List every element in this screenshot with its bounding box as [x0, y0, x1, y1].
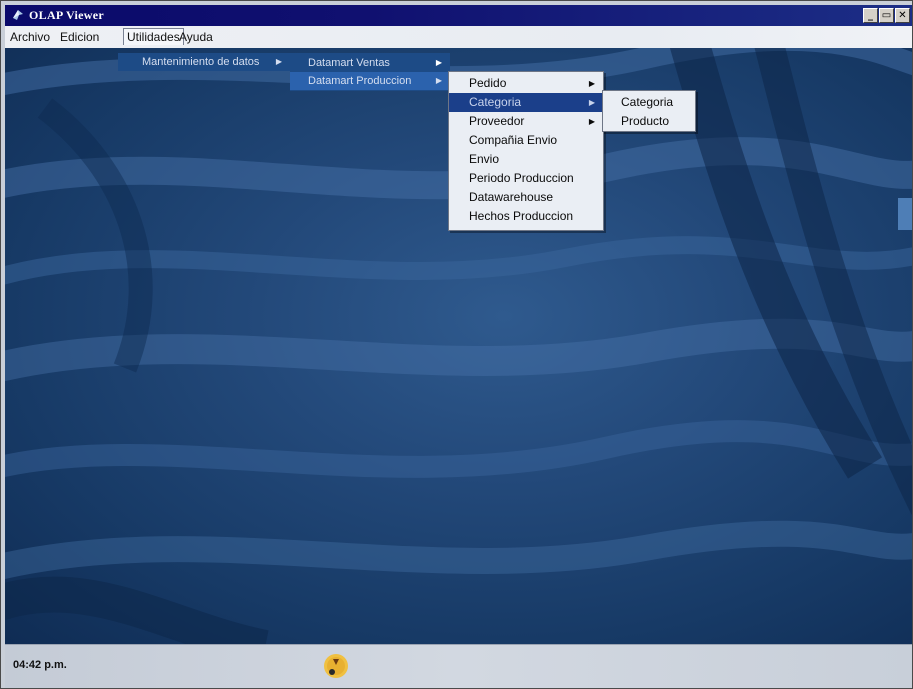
- menu-item-label: Datamart Produccion: [308, 75, 412, 87]
- submenu-arrow-icon: ▶: [588, 98, 595, 107]
- menu-item-compania-envio[interactable]: Compañia Envio: [449, 131, 603, 150]
- categoria-submenu: Categoria Producto: [602, 90, 696, 132]
- utilidades-dropdown: Mantenimiento de datos ▶: [118, 53, 290, 71]
- menu-item-periodo-produccion[interactable]: Periodo Produccion: [449, 169, 603, 188]
- menu-ayuda[interactable]: Ayuda: [176, 30, 216, 44]
- menu-item-categoria[interactable]: Categoria ▶: [449, 93, 603, 112]
- menu-item-hechos-produccion[interactable]: Hechos Produccion: [449, 207, 603, 226]
- title-bar[interactable]: OLAP Viewer _ ▭ ✕: [5, 5, 912, 26]
- menu-archivo[interactable]: Archivo: [7, 30, 53, 44]
- menu-item-pedido[interactable]: Pedido ▶: [449, 74, 603, 93]
- menu-item-mantenimiento-datos[interactable]: Mantenimiento de datos ▶: [118, 53, 290, 71]
- menu-item-producto[interactable]: Producto: [603, 112, 695, 131]
- produccion-submenu: Pedido ▶ Categoria ▶ Proveedor ▶ Compañi…: [448, 71, 604, 231]
- menu-item-label: Datamart Ventas: [308, 57, 390, 69]
- menu-item-datamart-produccion[interactable]: Datamart Produccion ▶: [290, 72, 450, 90]
- submenu-arrow-icon: ▶: [435, 58, 442, 67]
- minimize-button[interactable]: _: [863, 8, 878, 23]
- submenu-arrow-icon: ▶: [588, 117, 595, 126]
- menu-utilidades[interactable]: Utilidades: [123, 28, 184, 45]
- window-title: OLAP Viewer: [29, 8, 104, 22]
- menu-item-label: Pedido: [469, 76, 507, 90]
- menu-item-datawarehouse[interactable]: Datawarehouse: [449, 188, 603, 207]
- close-button[interactable]: ✕: [895, 8, 910, 23]
- app-icon: [13, 10, 23, 20]
- mantenimiento-submenu: Datamart Ventas ▶ Datamart Produccion ▶: [290, 53, 450, 91]
- menu-bar: Archivo Edicion Utilidades Ayuda: [5, 26, 912, 48]
- submenu-arrow-icon: ▶: [435, 76, 442, 85]
- submenu-arrow-icon: ▶: [588, 79, 595, 88]
- restore-button[interactable]: ▭: [879, 8, 894, 23]
- menu-item-envio[interactable]: Envio: [449, 150, 603, 169]
- desktop-background: Mantenimiento de datos ▶ Datamart Ventas…: [5, 48, 912, 644]
- submenu-arrow-icon: ▶: [275, 57, 282, 66]
- menu-item-datamart-ventas[interactable]: Datamart Ventas ▶: [290, 54, 450, 72]
- menu-item-label: Categoria: [469, 95, 522, 109]
- status-time: 04:42 p.m.: [13, 659, 67, 671]
- logo-icon: [324, 654, 348, 678]
- status-bar: 04:42 p.m.: [5, 644, 912, 688]
- menu-item-label: Mantenimiento de datos: [142, 56, 260, 68]
- app-window: OLAP Viewer _ ▭ ✕ Archivo Edicion Utilid…: [0, 0, 913, 689]
- menu-item-label: Proveedor: [469, 114, 525, 128]
- menu-item-proveedor[interactable]: Proveedor ▶: [449, 112, 603, 131]
- menu-item-categoria-sub[interactable]: Categoria: [603, 93, 695, 112]
- menu-edicion[interactable]: Edicion: [57, 30, 102, 44]
